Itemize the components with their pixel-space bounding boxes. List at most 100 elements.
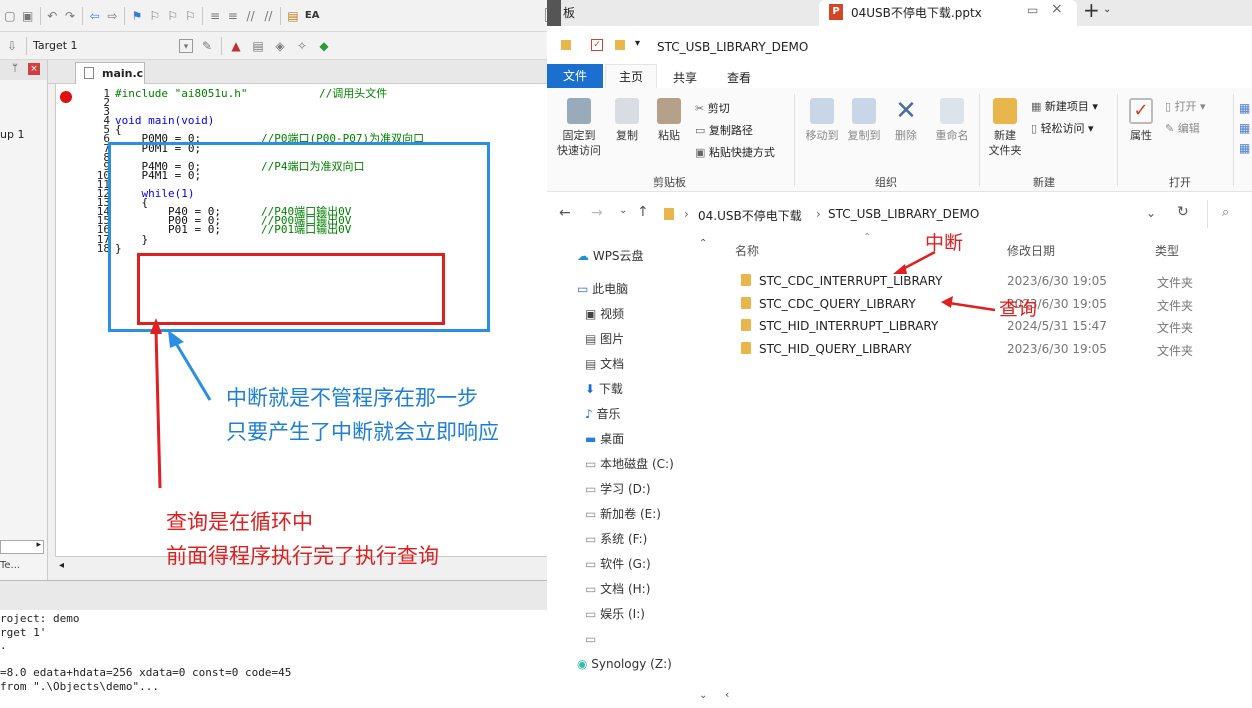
nav-item[interactable]: ▭	[577, 627, 717, 652]
column-name[interactable]: 名称	[735, 242, 759, 259]
forward-icon[interactable]: ⇨	[107, 8, 119, 24]
new-item-button[interactable]: ▦ 新建项目 ▾	[1031, 96, 1098, 118]
manage-components-icon[interactable]: ▲	[228, 38, 244, 54]
close-icon[interactable]: ×	[28, 63, 40, 75]
properties-button[interactable]: ✓ 属性	[1121, 98, 1161, 143]
copy-button[interactable]: 复制	[607, 98, 647, 143]
breadcrumb-item[interactable]: 04.USB不停电下载	[698, 207, 802, 224]
nav-item[interactable]: ▤ 文档	[577, 352, 717, 377]
pin-quick-access-button[interactable]: 固定到 快速访问	[553, 98, 605, 158]
tab-previous[interactable]: 板	[563, 4, 575, 21]
address-bar[interactable]: › 04.USB不停电下载 › STC_USB_LIBRARY_DEMO ⌄	[657, 201, 1167, 227]
nav-item[interactable]: ▬ 桌面	[577, 427, 717, 452]
scroll-left-icon[interactable]: ‹	[725, 688, 729, 701]
back-icon[interactable]: ←	[559, 205, 571, 221]
comment-icon[interactable]: //	[245, 8, 257, 24]
tab-preview-icon[interactable]: ▭	[1027, 3, 1038, 17]
nav-item[interactable]: ▭ 文档 (H:)	[577, 577, 717, 602]
nav-item[interactable]: ▭ 系统 (F:)	[577, 527, 717, 552]
file-explorer-window: 板 P 04USB不停电下载.pptx ▭ × + ⌄ ✓ ▾ STC_USB_…	[547, 0, 1252, 707]
nav-item[interactable]: ▤ 图片	[577, 327, 717, 352]
bookmark-icon[interactable]: ⚑	[131, 8, 143, 24]
nav-item[interactable]: ▭ 此电脑	[577, 277, 717, 302]
back-icon[interactable]: ⇦	[89, 8, 101, 24]
panel-scrollbar[interactable]: ▸	[0, 540, 44, 554]
refresh-icon[interactable]: ↻	[1177, 204, 1189, 220]
select-packs-icon[interactable]: ◈	[272, 38, 288, 54]
file-extensions-icon[interactable]: ▤	[250, 38, 266, 54]
find-in-files-icon[interactable]: ▤	[287, 8, 299, 24]
nav-item[interactable]: ▭ 软件 (G:)	[577, 552, 717, 577]
recent-dropdown-icon[interactable]: ⌄	[619, 205, 627, 216]
ribbon-tab-home[interactable]: 主页	[605, 64, 657, 88]
new-folder-button[interactable]: 新建 文件夹	[983, 98, 1027, 158]
project-tree-item[interactable]: up 1	[0, 128, 24, 141]
uncomment-icon[interactable]: //	[263, 8, 275, 24]
redo-icon[interactable]: ↷	[64, 8, 76, 24]
nav-scrollbar[interactable]: ⌃ ⌄	[697, 238, 711, 708]
paste-shortcut-button[interactable]: ▣ 粘贴快捷方式	[695, 142, 775, 164]
build-icon[interactable]: ⇩	[4, 38, 20, 54]
file-row[interactable]: STC_HID_QUERY_LIBRARY 2023/6/30 19:05 文件夹	[741, 341, 1241, 358]
scroll-up-icon[interactable]: ⌃	[699, 238, 707, 249]
target-dropdown-icon[interactable]: ▾	[179, 38, 193, 53]
search-box[interactable]: ⌕	[1207, 200, 1252, 228]
bookmark-next-icon[interactable]: ⚐	[167, 8, 179, 24]
cut-button[interactable]: ✂ 剪切	[695, 98, 775, 120]
unindent-icon[interactable]: ≡	[227, 8, 239, 24]
customize-qat-icon[interactable]: ▾	[635, 38, 640, 49]
target-select[interactable]: Target 1	[33, 39, 173, 52]
pin-icon[interactable]: ᛘ	[12, 63, 18, 74]
ribbon-tab-share[interactable]: 共享	[673, 69, 697, 86]
pack-installer-icon[interactable]: ✧	[294, 38, 310, 54]
ribbon-tab-view[interactable]: 查看	[727, 69, 751, 86]
new-folder-quick-icon[interactable]	[615, 40, 625, 50]
move-to-button[interactable]: 移动到	[801, 98, 843, 143]
column-type[interactable]: 类型	[1155, 242, 1179, 259]
nav-item[interactable]: ▭ 新加卷 (E:)	[577, 502, 717, 527]
scroll-down-icon[interactable]: ⌄	[699, 690, 707, 701]
copy-icon[interactable]: ▢	[4, 8, 16, 24]
nav-item[interactable]: ▭ 娱乐 (I:)	[577, 602, 717, 627]
indent-icon[interactable]: ≡	[209, 8, 221, 24]
nav-item[interactable]: ▭ 本地磁盘 (C:)	[577, 452, 717, 477]
bookmark-prev-icon[interactable]: ⚐	[149, 8, 161, 24]
up-icon[interactable]: ↑	[637, 204, 649, 220]
nav-item[interactable]: ◉ Synology (Z:)	[577, 652, 717, 677]
undo-icon[interactable]: ↶	[46, 8, 58, 24]
target-options-icon[interactable]: ✎	[199, 38, 215, 54]
run-time-env-icon[interactable]: ◆	[316, 38, 332, 54]
forward-icon[interactable]: →	[591, 205, 603, 221]
breadcrumb-item[interactable]: STC_USB_LIBRARY_DEMO	[828, 207, 979, 221]
paste-icon[interactable]: ▣	[22, 8, 34, 24]
edit-button[interactable]: ✎ 编辑	[1165, 118, 1206, 140]
tab-main-c[interactable]: main.c	[75, 62, 145, 84]
scroll-left-icon[interactable]: ◂	[59, 560, 64, 571]
new-tab-icon[interactable]: +	[1083, 0, 1100, 22]
paste-button[interactable]: 粘贴	[649, 98, 689, 143]
file-row[interactable]: STC_HID_INTERRUPT_LIBRARY 2024/5/31 15:47…	[741, 319, 1241, 335]
address-dropdown-icon[interactable]: ⌄	[1146, 206, 1156, 220]
nav-item[interactable]: ⬇ 下载	[577, 377, 717, 402]
nav-item[interactable]: ▭ 学习 (D:)	[577, 477, 717, 502]
select-group-icons[interactable]: ▦ ▦ ▦	[1239, 98, 1251, 158]
nav-item[interactable]: ▣ 视频	[577, 302, 717, 327]
open-button[interactable]: ▯ 打开 ▾	[1165, 96, 1206, 118]
delete-button[interactable]: ✕ 删除	[889, 98, 923, 143]
copy-to-button[interactable]: 复制到	[843, 98, 885, 143]
bookmark-clear-icon[interactable]: ⚐	[185, 8, 197, 24]
rename-button[interactable]: 重命名	[931, 98, 973, 143]
scroll-right-icon[interactable]: ▸	[36, 540, 41, 550]
copy-path-button[interactable]: ▭ 复制路径	[695, 120, 775, 142]
nav-item[interactable]: ☁ WPS云盘	[577, 244, 717, 269]
tab-pptx[interactable]: P 04USB不停电下载.pptx ▭ ×	[819, 0, 1077, 26]
column-date[interactable]: 修改日期	[1007, 242, 1055, 259]
panel-tab-templates[interactable]: Te...	[0, 560, 20, 571]
quick-properties-icon[interactable]: ✓	[591, 39, 603, 51]
file-list-hscrollbar[interactable]: ‹	[717, 688, 1252, 706]
easy-access-button[interactable]: ▯ 轻松访问 ▾	[1031, 118, 1098, 140]
nav-item[interactable]: ♪ 音乐	[577, 402, 717, 427]
ribbon-tab-file[interactable]: 文件	[547, 64, 603, 88]
tab-close-icon[interactable]: ×	[1051, 1, 1063, 17]
tab-list-icon[interactable]: ⌄	[1103, 4, 1111, 15]
